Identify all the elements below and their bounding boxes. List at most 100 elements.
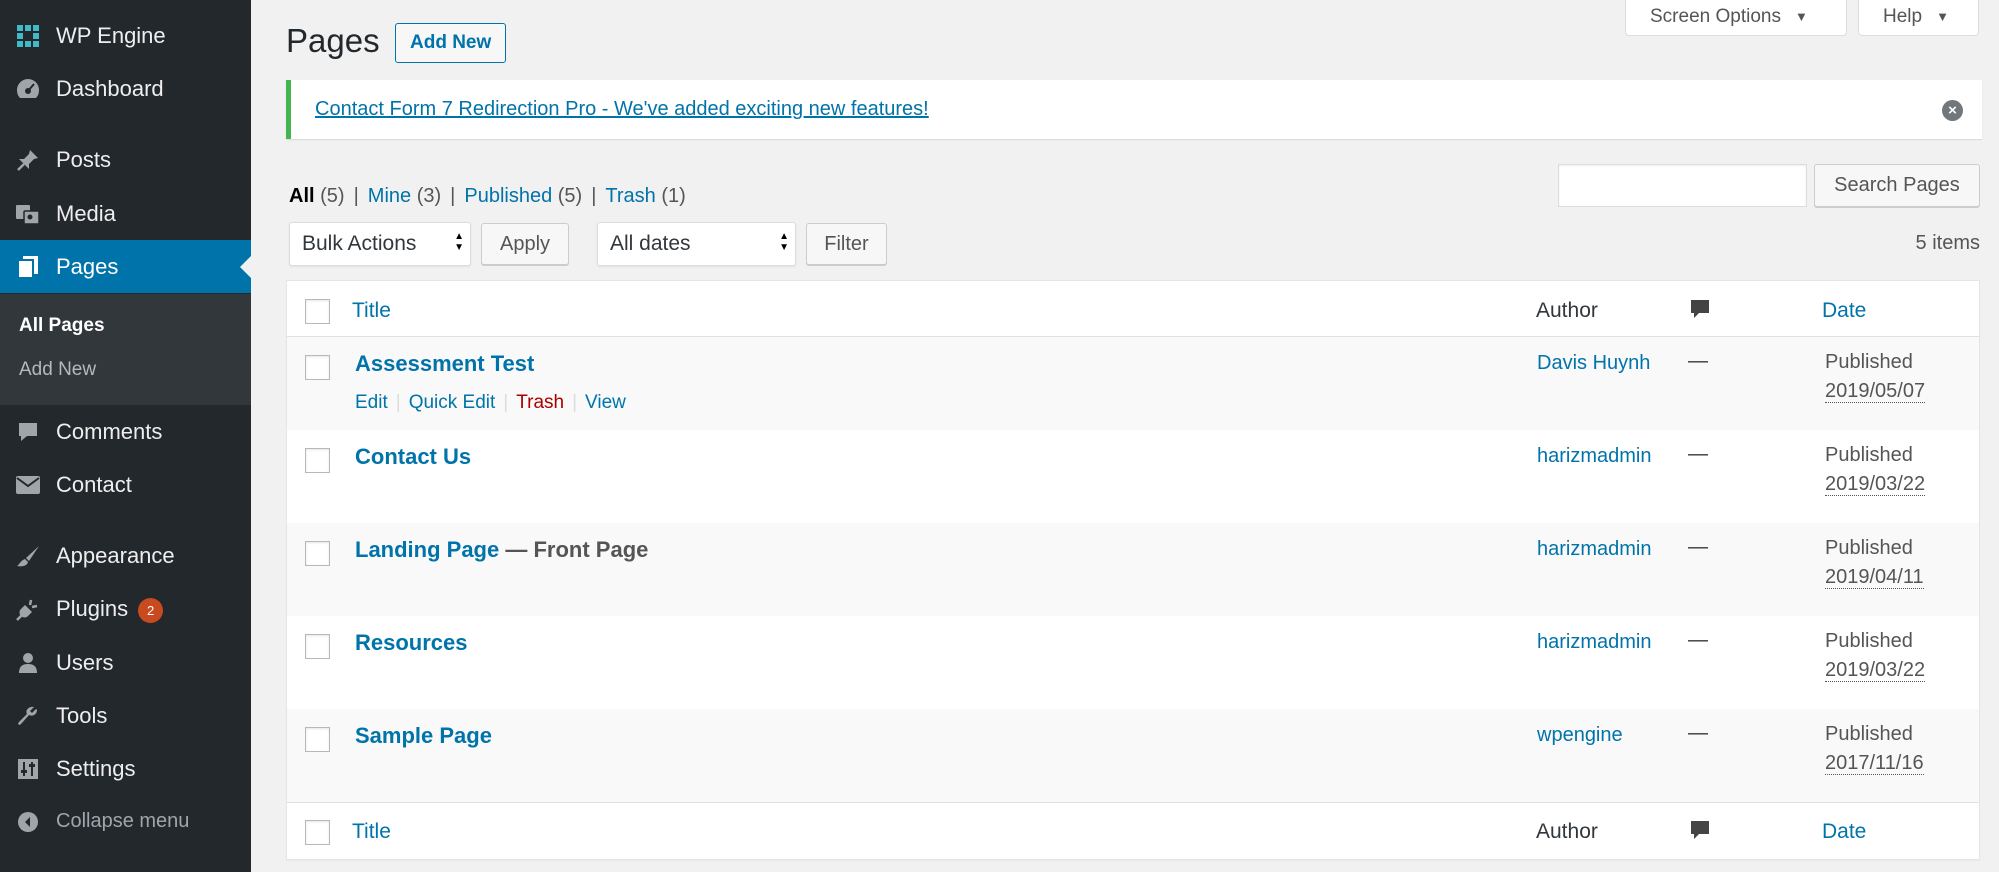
view-published-link[interactable]: Published (5) bbox=[464, 185, 582, 207]
bulk-actions-select[interactable]: Bulk Actions ▲ ▼ bbox=[289, 222, 471, 266]
sidebar-item-media[interactable]: Media bbox=[0, 187, 251, 240]
row-checkbox[interactable] bbox=[305, 448, 330, 473]
view-all-link[interactable]: All (5) bbox=[289, 185, 345, 207]
help-label: Help bbox=[1883, 5, 1923, 27]
publish-date: 2019/05/07 bbox=[1825, 380, 1926, 403]
search-pages-button[interactable]: Search Pages bbox=[1814, 164, 1980, 207]
table-row: Assessment Test Edit | Quick Edit | Trash | Vi… bbox=[287, 337, 1979, 430]
help-button[interactable]: Help ▼ bbox=[1858, 0, 1979, 36]
view-trash-link[interactable]: Trash (1) bbox=[605, 185, 685, 207]
publish-date: 2019/03/22 bbox=[1825, 659, 1926, 682]
filter-button[interactable]: Filter bbox=[806, 223, 887, 265]
column-date-sort-footer[interactable]: Date bbox=[1822, 820, 1866, 844]
action-separator: | bbox=[395, 392, 401, 413]
sidebar-item-label: WP Engine bbox=[56, 22, 166, 48]
author-link[interactable]: wpengine bbox=[1537, 724, 1623, 747]
caret-down-icon: ▼ bbox=[1794, 9, 1808, 24]
view-count: (5) bbox=[557, 185, 583, 207]
author-link[interactable]: harizmadmin bbox=[1537, 538, 1651, 561]
sidebar-item-label: Media bbox=[56, 200, 116, 226]
dismiss-notice-icon[interactable]: × bbox=[1942, 100, 1963, 121]
action-separator: | bbox=[572, 392, 578, 413]
row-checkbox[interactable] bbox=[305, 541, 330, 566]
publish-date: 2019/03/22 bbox=[1825, 473, 1926, 496]
page-title-cell: Landing Page — Front Page bbox=[355, 537, 648, 563]
pages-icon bbox=[14, 253, 42, 281]
submenu-item-all-pages[interactable]: All Pages bbox=[19, 315, 105, 337]
view-action[interactable]: View bbox=[585, 392, 626, 413]
sidebar-item-settings[interactable]: Settings bbox=[0, 742, 251, 795]
collapse-menu-label: Collapse menu bbox=[56, 810, 190, 832]
page-title-link[interactable]: Assessment Test bbox=[355, 351, 534, 377]
edit-action[interactable]: Edit bbox=[355, 392, 388, 413]
sidebar-item-label: Plugins 2 bbox=[56, 596, 164, 623]
screen-options-label: Screen Options bbox=[1650, 5, 1781, 27]
view-separator: | bbox=[591, 185, 597, 207]
view-count: (3) bbox=[416, 185, 442, 207]
sidebar-item-tools[interactable]: Tools bbox=[0, 689, 251, 742]
page-title-link[interactable]: Contact Us bbox=[355, 444, 471, 470]
comment-column-icon[interactable] bbox=[1690, 299, 1710, 318]
sidebar-item-appearance[interactable]: Appearance bbox=[0, 529, 251, 582]
sidebar-item-users[interactable]: Users bbox=[0, 636, 251, 689]
collapse-menu-button[interactable]: Collapse menu bbox=[0, 795, 251, 848]
admin-notice: Contact Form 7 Redirection Pro - We've a… bbox=[286, 80, 1982, 139]
sidebar-item-pages[interactable]: Pages bbox=[0, 240, 251, 293]
comments-count: — bbox=[1688, 722, 1708, 744]
row-checkbox[interactable] bbox=[305, 355, 330, 380]
sidebar-item-label: Posts bbox=[56, 146, 112, 172]
page-title-link[interactable]: Landing Page bbox=[355, 537, 499, 562]
search-pages-input[interactable] bbox=[1558, 164, 1807, 207]
action-separator: | bbox=[503, 392, 509, 413]
sidebar-item-contact[interactable]: Contact bbox=[0, 458, 251, 511]
apply-button[interactable]: Apply bbox=[481, 223, 569, 265]
quick-edit-action[interactable]: Quick Edit bbox=[409, 392, 496, 413]
sidebar-item-plugins[interactable]: Plugins 2 bbox=[0, 583, 251, 636]
comment-column-icon[interactable] bbox=[1690, 820, 1710, 839]
author-link[interactable]: harizmadmin bbox=[1537, 631, 1651, 654]
author-link[interactable]: harizmadmin bbox=[1537, 445, 1651, 468]
publish-status: Published bbox=[1825, 351, 1913, 373]
sidebar-item-label: Tools bbox=[56, 702, 108, 728]
row-checkbox[interactable] bbox=[305, 634, 330, 659]
column-author: Author bbox=[1536, 299, 1598, 322]
view-count: (5) bbox=[320, 185, 345, 207]
comments-count: — bbox=[1688, 536, 1708, 558]
select-arrows-icon: ▲ ▼ bbox=[454, 231, 464, 253]
comments-count: — bbox=[1688, 350, 1708, 372]
date-filter-select[interactable]: All dates ▲ ▼ bbox=[597, 222, 796, 266]
column-title-sort[interactable]: Title bbox=[352, 299, 391, 323]
select-all-checkbox-footer[interactable] bbox=[305, 820, 330, 845]
screen-options-button[interactable]: Screen Options ▼ bbox=[1625, 0, 1847, 36]
comments-count: — bbox=[1688, 629, 1708, 651]
table-row: Resources harizmadmin — Published 2019/0… bbox=[287, 616, 1979, 709]
date-filter-value: All dates bbox=[610, 232, 691, 255]
row-checkbox[interactable] bbox=[305, 727, 330, 752]
view-label: Mine bbox=[367, 185, 412, 207]
sidebar-item-dashboard[interactable]: Dashboard bbox=[0, 62, 251, 115]
sidebar-item-comments[interactable]: Comments bbox=[0, 405, 251, 458]
author-link[interactable]: Davis Huynh bbox=[1537, 352, 1650, 375]
post-state-label: — Front Page bbox=[499, 537, 649, 562]
column-title-sort-footer[interactable]: Title bbox=[352, 820, 391, 844]
footer-divider bbox=[287, 802, 1979, 803]
submenu-item-add-new[interactable]: Add New bbox=[19, 359, 96, 381]
table-row: Landing Page — Front Page harizmadmin — … bbox=[287, 523, 1979, 616]
trash-action[interactable]: Trash bbox=[516, 392, 564, 413]
paintbrush-icon bbox=[14, 542, 42, 570]
select-all-checkbox[interactable] bbox=[305, 299, 330, 324]
sidebar-item-wp-engine[interactable]: WP Engine bbox=[0, 9, 251, 62]
page-title-link[interactable]: Resources bbox=[355, 630, 468, 656]
notice-link[interactable]: Contact Form 7 Redirection Pro - We've a… bbox=[315, 98, 929, 121]
collapse-arrow-icon bbox=[14, 808, 42, 836]
sidebar-item-posts[interactable]: Posts bbox=[0, 133, 251, 186]
column-date-sort[interactable]: Date bbox=[1822, 299, 1866, 323]
page-title-link[interactable]: Sample Page bbox=[355, 723, 492, 749]
add-new-page-button[interactable]: Add New bbox=[395, 23, 507, 63]
publish-date: 2019/04/11 bbox=[1825, 566, 1924, 589]
view-label: Trash bbox=[605, 185, 656, 207]
view-mine-link[interactable]: Mine (3) bbox=[368, 185, 441, 207]
table-row: Sample Page wpengine — Published 2017/11… bbox=[287, 709, 1979, 802]
wrench-icon bbox=[14, 702, 42, 730]
publish-status: Published bbox=[1825, 630, 1913, 652]
